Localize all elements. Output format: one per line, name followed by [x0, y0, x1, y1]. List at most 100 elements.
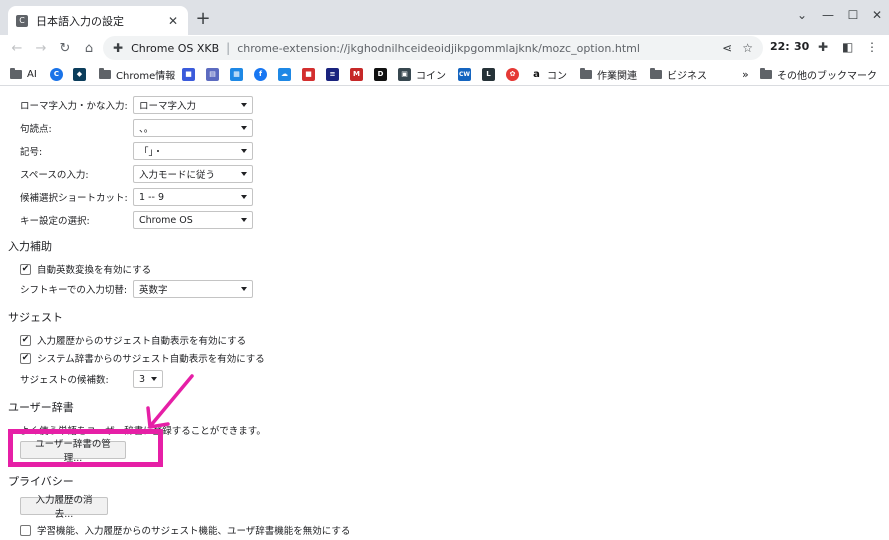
bookmark-coin[interactable]: ▣ コイン [398, 66, 446, 82]
bookmark-label: コン [547, 70, 567, 82]
site-square-icon: ■ [182, 67, 195, 81]
checkbox-row-disable-learning[interactable]: 学習機能、入力履歴からのサジェスト機能、ユーザ辞書機能を無効にする [20, 522, 350, 538]
bookmark-label: AI [27, 68, 37, 80]
browser-tab[interactable]: C 日本語入力の設定 ✕ [8, 6, 188, 35]
bookmark-label: 作業関連 [597, 70, 637, 82]
bookmark-star-icon[interactable]: ☆ [742, 41, 753, 55]
site-d-icon: D [374, 67, 387, 81]
bookmark-folder-business[interactable]: ビジネス [650, 66, 707, 82]
bookmark-site[interactable]: CW [458, 66, 471, 82]
setting-row-space: スペースの入力: [20, 165, 89, 183]
tab-search-chevron-icon[interactable]: ⌄ [794, 8, 810, 22]
site-m-icon: M [350, 67, 363, 81]
select-value: 英数字 [139, 285, 168, 296]
tab-strip: C 日本語入力の設定 ✕ + ⌄ — ☐ ✕ [0, 0, 889, 35]
dropdown-arrow-icon [241, 287, 247, 291]
select-keymap[interactable]: Chrome OS [133, 211, 253, 229]
bookmark-site[interactable]: ◆ [73, 66, 86, 82]
select-value: 1 -- 9 [139, 191, 164, 203]
setting-label: 候補選択ショートカット: [20, 193, 128, 204]
dropdown-arrow-icon [241, 172, 247, 176]
address-bar[interactable]: ✚ Chrome OS XKB | chrome-extension://jkg… [103, 36, 763, 60]
amazon-icon: a [530, 67, 543, 81]
home-icon[interactable]: ⌂ [80, 39, 98, 57]
annotation-highlight-box [8, 429, 163, 467]
bookmark-site[interactable]: f [254, 66, 267, 82]
folder-icon [760, 67, 772, 79]
site-c-icon: C [50, 67, 63, 81]
checkbox-history-suggest[interactable]: ✔ [20, 334, 31, 346]
folder-icon [580, 67, 592, 79]
bookmark-folder-chrome[interactable]: Chrome情報 [99, 66, 175, 82]
extension-puzzle-icon: ✚ [113, 41, 124, 55]
select-value: 「」・ [139, 147, 163, 158]
bookmark-amazon[interactable]: a コン [530, 66, 567, 82]
checkbox-row-auto-alnum[interactable]: ✔ 自動英数変換を有効にする [20, 261, 151, 277]
bookmark-folder-other[interactable]: その他のブックマーク [760, 66, 877, 82]
clear-history-button[interactable]: 入力履歴の消去... [20, 495, 108, 520]
maximize-icon[interactable]: ☐ [845, 8, 861, 22]
bookmarks-overflow[interactable]: » [742, 66, 749, 82]
site-diamond-icon: ◆ [73, 67, 86, 81]
setting-label: 句読点: [20, 124, 52, 135]
dropdown-arrow-icon [241, 218, 247, 222]
clock-minute: 30 [794, 40, 810, 53]
reload-icon[interactable]: ↻ [56, 39, 74, 57]
checkbox-label: 自動英数変換を有効にする [37, 265, 152, 276]
bookmark-site[interactable]: ☁ [278, 66, 291, 82]
side-panel-icon[interactable]: ◧ [842, 40, 853, 54]
checkbox-label: 入力履歴からのサジェスト自動表示を有効にする [37, 336, 247, 347]
tab-close-icon[interactable]: ✕ [166, 14, 180, 28]
setting-row-shortcut: 候補選択ショートカット: [20, 188, 128, 206]
dropdown-arrow-icon [241, 103, 247, 107]
checkbox-row-history-suggest[interactable]: ✔ 入力履歴からのサジェスト自動表示を有効にする [20, 332, 246, 348]
section-title-suggest: サジェスト [8, 311, 63, 324]
bookmark-site[interactable]: M [350, 66, 363, 82]
site-coin-icon: ▣ [398, 67, 411, 81]
select-symbol[interactable]: 「」・ [133, 142, 253, 160]
back-icon[interactable]: ← [8, 39, 26, 57]
section-title-privacy: プライバシー [8, 475, 74, 488]
menu-kebab-icon[interactable]: ⋮ [866, 40, 878, 54]
checkbox-auto-alnum[interactable]: ✔ [20, 263, 31, 275]
bookmark-site[interactable]: C [50, 66, 63, 82]
bookmark-folder-ai[interactable]: AI [10, 66, 37, 82]
checkbox-label: システム辞書からのサジェスト自動表示を有効にする [37, 354, 265, 365]
close-window-icon[interactable]: ✕ [869, 8, 885, 22]
setting-label: キー設定の選択: [20, 216, 90, 227]
extensions-icon[interactable]: ✚ [818, 40, 828, 54]
bookmark-label: Chrome情報 [116, 70, 176, 82]
bookmark-site[interactable]: ■ [302, 66, 315, 82]
select-space[interactable]: 入力モードに従う [133, 165, 253, 183]
checkbox-system-dict-suggest[interactable]: ✔ [20, 352, 31, 364]
setting-row-suggest-count: サジェストの候補数: [20, 370, 109, 388]
settings-page: ローマ字入力・かな入力: ローマ字入力 句読点: 、。 記号: 「」・ スペース… [0, 86, 889, 540]
annotation-arrow-icon [146, 374, 194, 429]
share-icon[interactable]: ⋖ [722, 41, 732, 55]
select-punctuation[interactable]: 、。 [133, 119, 253, 137]
select-romaji-kana[interactable]: ローマ字入力 [133, 96, 253, 114]
setting-row-punctuation: 句読点: [20, 119, 52, 137]
bookmark-site[interactable]: L [482, 66, 495, 82]
bookmark-site[interactable]: ■ [182, 66, 195, 82]
folder-icon [650, 67, 662, 79]
bookmark-site[interactable]: ≡ [326, 66, 339, 82]
checkbox-disable-learning[interactable] [20, 524, 31, 536]
tab-title: 日本語入力の設定 [36, 14, 124, 28]
forward-icon[interactable]: → [32, 39, 50, 57]
checkbox-row-system-dict-suggest[interactable]: ✔ システム辞書からのサジェスト自動表示を有効にする [20, 350, 265, 366]
bookmark-site[interactable]: ▤ [206, 66, 219, 82]
bookmark-site[interactable]: ▦ [230, 66, 243, 82]
select-shortcut[interactable]: 1 -- 9 [133, 188, 253, 206]
minimize-icon[interactable]: — [820, 8, 836, 22]
bookmark-site[interactable]: D [374, 66, 387, 82]
bookmark-folder-work[interactable]: 作業関連 [580, 66, 637, 82]
select-shift-switch[interactable]: 英数字 [133, 280, 253, 298]
dropdown-arrow-icon [241, 195, 247, 199]
bookmark-site[interactable]: ✿ [506, 66, 519, 82]
bookmark-label: コイン [416, 70, 446, 82]
select-value: ローマ字入力 [139, 101, 197, 112]
new-tab-icon[interactable]: + [194, 8, 212, 29]
site-cw-icon: CW [458, 67, 471, 81]
select-value: 入力モードに従う [139, 170, 216, 181]
